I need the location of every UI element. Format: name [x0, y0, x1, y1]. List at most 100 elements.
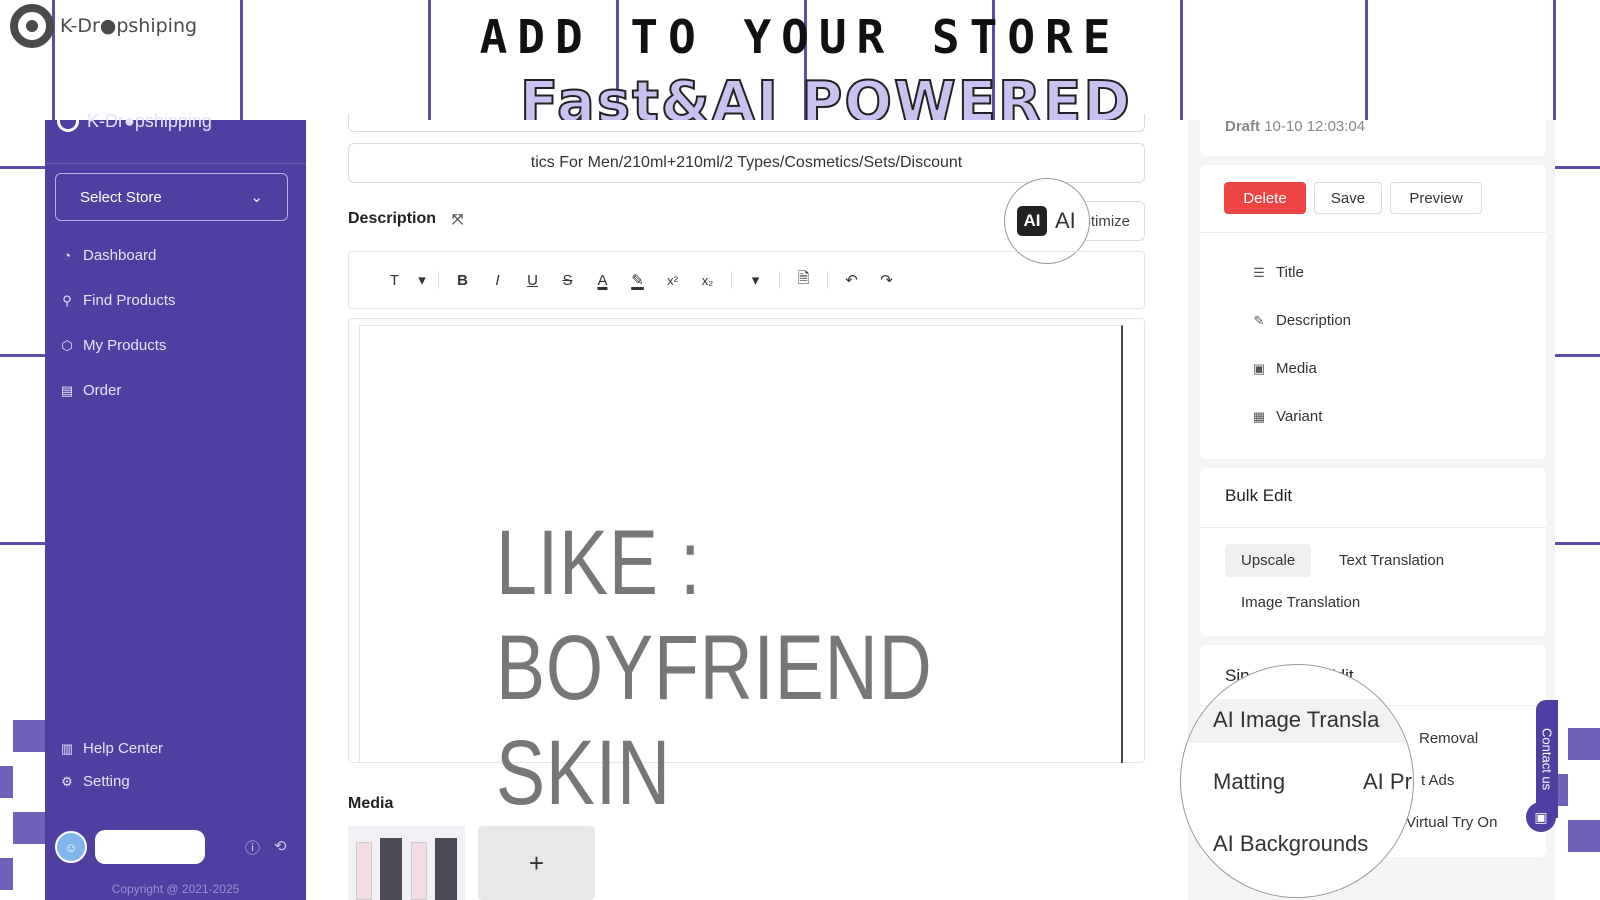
section-divider: [1200, 232, 1546, 233]
select-store-dropdown[interactable]: Select Store ⌄: [55, 173, 288, 221]
grid-line: [0, 354, 45, 357]
contact-us-tab[interactable]: Contact us: [1536, 700, 1558, 818]
underline-button[interactable]: U: [515, 272, 550, 289]
add-media-button[interactable]: +: [478, 826, 595, 900]
product-bottle: [356, 842, 373, 900]
ai-label: AI: [1055, 208, 1076, 233]
grid-line: [1555, 542, 1600, 545]
search-icon: ⚲: [62, 292, 72, 308]
section-nav-label: Title: [1276, 264, 1304, 281]
book-icon: ▥: [60, 740, 74, 756]
toolbar-separator: [827, 271, 828, 289]
section-nav-title[interactable]: ☰ Title: [1252, 264, 1304, 281]
ai-sparkle-icon: AI: [1017, 206, 1047, 236]
grid-line: [1555, 354, 1600, 357]
strikethrough-button[interactable]: S: [550, 272, 585, 289]
dashboard-icon: ◔: [63, 248, 71, 263]
preview-button[interactable]: Preview: [1390, 182, 1482, 214]
product-editor: tics For Men/210ml+210ml/2 Types/Cosmeti…: [323, 114, 1171, 900]
cube-icon: ⬡: [61, 337, 73, 353]
section-nav-label: Variant: [1276, 408, 1323, 425]
section-nav-description[interactable]: ✎ Description: [1252, 312, 1351, 329]
undo-icon[interactable]: ↶: [834, 271, 869, 289]
chat-icon[interactable]: ▣: [1526, 802, 1556, 832]
section-nav-media[interactable]: ▣ Media: [1252, 360, 1317, 377]
sidebar-item-label: My Products: [83, 337, 167, 354]
checker-tile: [0, 766, 13, 798]
chevron-down-icon: ⌄: [250, 189, 263, 206]
caret-down-icon[interactable]: ▾: [412, 271, 432, 289]
document-icon: ▤: [60, 382, 74, 398]
pencil-icon: ✎: [1253, 312, 1265, 328]
logo-icon: [10, 4, 54, 48]
delete-button[interactable]: Delete: [1224, 182, 1306, 214]
image-translation-chip[interactable]: Image Translation: [1225, 586, 1376, 619]
ai-backgrounds-item[interactable]: AI Backgrounds: [1213, 831, 1368, 857]
copyright: Copyright @ 2021-2025: [111, 882, 240, 896]
redo-icon[interactable]: ↷: [869, 271, 904, 289]
text-translation-chip[interactable]: Text Translation: [1323, 544, 1460, 577]
grid-line: [0, 166, 45, 169]
grid-icon: ▦: [1252, 408, 1266, 424]
sidebar-item-find-products[interactable]: ⚲ Find Products: [59, 292, 176, 309]
grid-line: [1180, 0, 1183, 120]
media-thumbnail[interactable]: [348, 826, 465, 900]
subscript-button[interactable]: x₂: [690, 273, 725, 288]
sidebar-item-label: Setting: [83, 773, 130, 790]
sidebar: K-Dr●pshipping Select Store ⌄ ◔ Dashboar…: [45, 110, 306, 900]
sidebar-brand[interactable]: K-Dr●pshipping: [57, 110, 212, 132]
section-nav-variant[interactable]: ▦ Variant: [1252, 408, 1323, 425]
description-header: Description ⤧: [348, 210, 463, 228]
sidebar-item-my-products[interactable]: ⬡ My Products: [59, 337, 166, 354]
bold-button[interactable]: B: [445, 272, 480, 289]
checker-tile: [13, 812, 45, 844]
gear-icon: ⚙: [61, 773, 73, 789]
expand-icon[interactable]: ⤧: [452, 211, 463, 228]
rich-text-toolbar: T ▾ B I U S A ✎ x² x₂ ▾ 🗎 ↶ ↷: [348, 251, 1145, 309]
sidebar-brand-label: K-Dr●pshipping: [87, 110, 212, 131]
upscale-chip[interactable]: Upscale: [1225, 544, 1312, 577]
toolbar-separator: [779, 271, 780, 289]
save-button[interactable]: Save: [1314, 182, 1382, 214]
matting-item[interactable]: Matting: [1213, 769, 1285, 795]
sidebar-item-label: Order: [83, 382, 122, 399]
description-content[interactable]: LIKE : BOYFRIEND SKIN: [359, 325, 1123, 824]
italic-button[interactable]: I: [480, 272, 515, 289]
font-color-button[interactable]: A: [585, 272, 620, 289]
sidebar-item-help-center[interactable]: ▥ Help Center: [59, 740, 163, 757]
superscript-button[interactable]: x²: [655, 273, 690, 288]
more-dropdown-icon[interactable]: ▾: [738, 271, 773, 289]
content-line: BOYFRIEND SKIN: [496, 617, 933, 824]
logout-icon[interactable]: ⟲: [274, 837, 287, 858]
sidebar-divider: [45, 163, 306, 164]
sidebar-item-dashboard[interactable]: ◔ Dashboard: [59, 247, 156, 264]
previous-field[interactable]: [348, 114, 1145, 132]
content-line: LIKE :: [496, 512, 702, 614]
sidebar-item-order[interactable]: ▤ Order: [59, 382, 122, 399]
sidebar-item-setting[interactable]: ⚙ Setting: [59, 773, 130, 790]
product-bottle: [410, 842, 427, 900]
toolbar-separator: [438, 271, 439, 289]
logo-icon: [57, 110, 79, 132]
ai-image-translation-item[interactable]: AI Image Transla: [1213, 707, 1379, 733]
grid-line: [240, 0, 243, 120]
sidebar-item-label: Help Center: [83, 740, 164, 757]
sidebar-item-label: Find Products: [83, 292, 176, 309]
info-icon[interactable]: ⓘ: [245, 837, 260, 858]
file-icon[interactable]: 🗎: [786, 268, 821, 293]
product-box: [434, 838, 457, 900]
promo-logo: K-Dr●pshiping: [10, 4, 197, 48]
draft-time: 10-10 12:03:04: [1264, 118, 1366, 135]
checker-tile: [1568, 728, 1600, 760]
user-name-pill[interactable]: [95, 830, 205, 864]
avatar[interactable]: ☺: [55, 831, 87, 863]
toolbar-separator: [731, 271, 732, 289]
removal-chip[interactable]: Removal: [1403, 722, 1494, 755]
highlight-button[interactable]: ✎: [620, 271, 655, 289]
product-ads-chip[interactable]: t Ads: [1405, 764, 1470, 797]
grid-line: [1555, 166, 1600, 169]
ai-product-ads-item[interactable]: AI Pr: [1363, 769, 1412, 795]
text-style-button[interactable]: T: [377, 272, 412, 289]
checker-tile: [1568, 820, 1600, 852]
title-input[interactable]: tics For Men/210ml+210ml/2 Types/Cosmeti…: [348, 143, 1145, 183]
